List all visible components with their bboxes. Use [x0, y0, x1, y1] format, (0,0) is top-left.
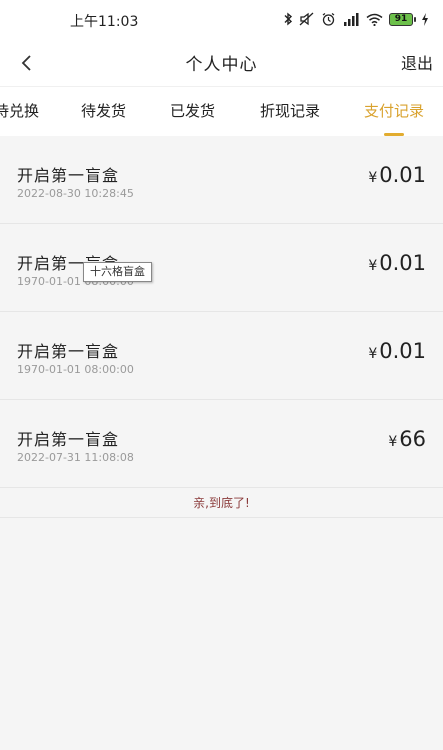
amount-value: 0.01 [379, 251, 426, 275]
tab-bar: 待兑换 待发货 已发货 折现记录 支付记录 [0, 86, 443, 136]
amount-value: 0.01 [379, 163, 426, 187]
list-item[interactable]: 开启第一盲盒 1970-01-01 08:00:00 ¥0.01 [0, 312, 443, 400]
tab-cashout-records[interactable]: 折现记录 [260, 87, 320, 137]
signal-icon [342, 10, 360, 28]
page-title: 个人中心 [185, 55, 258, 75]
record-amount: ¥0.01 [368, 163, 426, 187]
alarm-icon [321, 10, 336, 28]
battery-icon: 91 [389, 12, 416, 26]
logout-button[interactable]: 退出 [401, 50, 433, 74]
end-of-list-text: 亲,到底了! [0, 488, 443, 518]
list-item[interactable]: 开启第一盲盒 1970-01-01 08:00:00 ¥0.01 [0, 224, 443, 312]
tab-shipped[interactable]: 已发货 [170, 87, 215, 137]
currency-symbol: ¥ [368, 258, 378, 274]
currency-symbol: ¥ [388, 434, 398, 450]
currency-symbol: ¥ [368, 170, 378, 186]
tab-pending-shipment[interactable]: 待发货 [81, 87, 126, 137]
record-title: 开启第一盲盒 [17, 430, 120, 449]
record-time: 2022-08-30 10:28:45 [17, 187, 134, 200]
status-icons: 91 [283, 10, 429, 28]
bluetooth-icon [283, 10, 293, 28]
charging-icon [421, 10, 429, 28]
record-title: 开启第一盲盒 [17, 342, 120, 361]
status-time: 上午11:03 [70, 14, 139, 30]
record-amount: ¥0.01 [368, 251, 426, 275]
tab-payment-records[interactable]: 支付记录 [364, 87, 424, 137]
amount-value: 0.01 [379, 339, 426, 363]
record-amount: ¥0.01 [368, 339, 426, 363]
status-bar: 上午11:03 91 [0, 0, 443, 40]
amount-value: 66 [399, 427, 426, 451]
payment-record-list: 开启第一盲盒 2022-08-30 10:28:45 ¥0.01 开启第一盲盒 … [0, 136, 443, 488]
wifi-icon [366, 10, 383, 28]
record-amount: ¥66 [388, 427, 426, 451]
record-time: 1970-01-01 08:00:00 [17, 363, 134, 376]
nav-bar: 个人中心 退出 [0, 40, 443, 86]
currency-symbol: ¥ [368, 346, 378, 362]
mute-icon [299, 10, 315, 28]
record-time: 2022-07-31 11:08:08 [17, 451, 134, 464]
record-title: 开启第一盲盒 [17, 166, 120, 185]
list-item[interactable]: 开启第一盲盒 2022-08-30 10:28:45 ¥0.01 [0, 136, 443, 224]
tooltip: 十六格盲盒 [83, 262, 152, 282]
tab-pending-exchange[interactable]: 待兑换 [0, 87, 39, 137]
list-item[interactable]: 开启第一盲盒 2022-07-31 11:08:08 ¥66 [0, 400, 443, 488]
